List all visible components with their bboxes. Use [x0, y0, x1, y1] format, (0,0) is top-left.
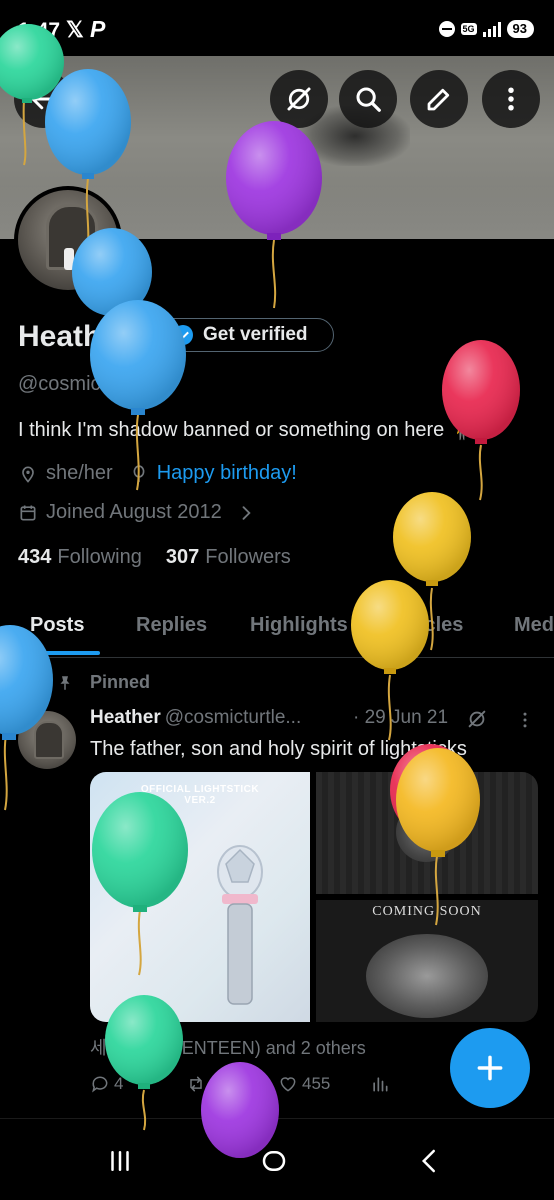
back-nav-button[interactable]: [410, 1141, 450, 1181]
post-author-name[interactable]: Heather: [90, 707, 161, 728]
status-time: 1:47: [18, 19, 61, 42]
compose-post-button[interactable]: [450, 1028, 530, 1108]
reply-count: 4: [114, 1074, 124, 1093]
liked-by-text[interactable]: 세븐틴(SEVENTEEN) and 2 others: [90, 1034, 366, 1060]
search-button[interactable]: [339, 70, 397, 128]
like-count: 455: [302, 1074, 331, 1093]
pinned-indicator: Pinned: [56, 672, 150, 693]
joined-row[interactable]: Joined August 2012: [18, 501, 256, 524]
views-button[interactable]: [370, 1074, 390, 1094]
tab-articles[interactable]: Articles: [390, 614, 463, 637]
status-bar: 1:47 𝕏 P 5G 93: [0, 0, 554, 56]
location-pin-icon: [22, 466, 34, 483]
post-media-image-2[interactable]: [316, 772, 538, 894]
signal-icon: [482, 21, 501, 37]
network-type-icon: 5G: [460, 23, 477, 35]
do-not-disturb-icon: [438, 21, 455, 37]
home-icon: [262, 1151, 286, 1171]
profile-avatar[interactable]: [14, 186, 122, 294]
get-verified-button[interactable]: Get verified: [156, 318, 334, 352]
joined-date: Joined August 2012: [46, 501, 222, 523]
recent-apps-icon: [111, 1151, 129, 1171]
battery-icon: 93: [506, 20, 534, 38]
status-icons: 5G 93: [438, 20, 534, 38]
post-media-image-1[interactable]: OFFICIAL LIGHTSTICK VER.2: [90, 772, 310, 1022]
calendar-icon: [20, 505, 36, 520]
birthday-link[interactable]: Happy birthday!: [157, 462, 297, 485]
profile-tabs: Posts Replies Highlights Articles Media: [0, 596, 554, 658]
following-label: Following: [57, 546, 142, 568]
profile-bio: I think I'm shadow banned or something o…: [18, 419, 475, 441]
grok-icon: [287, 87, 311, 111]
post-text: The father, son and holy spirit of light…: [90, 738, 467, 760]
tab-highlights[interactable]: Highlights: [250, 614, 348, 637]
more-options-button[interactable]: [482, 70, 540, 128]
balloon-icon: [133, 464, 145, 482]
following-link[interactable]: 434 Following: [18, 546, 142, 569]
repost-count: 180: [210, 1074, 239, 1093]
followers-label: Followers: [205, 546, 291, 568]
recent-apps-button[interactable]: [100, 1141, 140, 1181]
profile-pronouns: she/her: [46, 462, 113, 484]
like-button[interactable]: 455: [278, 1074, 330, 1094]
more-vertical-icon: [508, 87, 514, 111]
repost-icon: [190, 1076, 202, 1092]
profile-handle: @cosmicturtle23: [18, 373, 168, 395]
active-tab-indicator: [18, 651, 100, 655]
get-verified-label: Get verified: [203, 324, 308, 345]
pin-icon: [60, 675, 70, 690]
plus-icon: [477, 1055, 503, 1081]
p-app-icon: P: [90, 16, 106, 42]
profile-name: Heather: [18, 320, 130, 353]
media-1-label: OFFICIAL LIGHTSTICK VER.2: [140, 784, 260, 806]
post-media-image-3[interactable]: COMING SOON: [316, 900, 538, 1022]
edit-icon: [427, 88, 450, 111]
back-button[interactable]: [14, 70, 72, 128]
followers-link[interactable]: 307 Followers: [166, 546, 291, 569]
bar-chart-icon: [373, 1077, 388, 1092]
tab-posts[interactable]: Posts: [30, 614, 84, 637]
heart-icon: [280, 1077, 296, 1092]
chevron-right-icon: [242, 505, 251, 520]
grok-button[interactable]: [270, 70, 328, 128]
post-author-handle[interactable]: @cosmicturtle...: [165, 707, 301, 728]
tab-media[interactable]: Media: [514, 614, 554, 637]
chevron-left-icon: [421, 1149, 435, 1173]
following-count: 434: [18, 546, 52, 568]
edit-profile-button[interactable]: [410, 70, 468, 128]
media-3-label: COMING SOON: [372, 904, 482, 919]
tab-replies[interactable]: Replies: [136, 614, 207, 637]
search-icon: [356, 87, 381, 112]
grok-icon[interactable]: [466, 708, 488, 730]
profile-meta: she/her Happy birthday!: [18, 462, 297, 485]
post-header: Heather @cosmicturtle...: [90, 707, 301, 729]
follow-stats: 434 Following 307 Followers: [18, 546, 291, 569]
verified-badge-icon: [173, 325, 193, 345]
repost-button[interactable]: 180: [186, 1074, 238, 1094]
arrow-left-icon: [31, 88, 55, 110]
pinned-label: Pinned: [90, 672, 151, 692]
reply-icon: [92, 1076, 108, 1093]
post-media-grid: OFFICIAL LIGHTSTICK VER.2 COMING SOON: [90, 772, 538, 1022]
reply-button[interactable]: 4: [90, 1074, 123, 1094]
more-vertical-icon[interactable]: [515, 710, 535, 730]
system-nav-bar: [0, 1118, 554, 1200]
x-app-icon: 𝕏: [66, 17, 84, 42]
post-author-avatar[interactable]: [18, 711, 76, 769]
lightstick-image: [217, 845, 263, 1005]
home-button[interactable]: [254, 1141, 294, 1181]
post-date[interactable]: · 29 Jun 21: [353, 707, 448, 729]
followers-count: 307: [165, 546, 200, 568]
